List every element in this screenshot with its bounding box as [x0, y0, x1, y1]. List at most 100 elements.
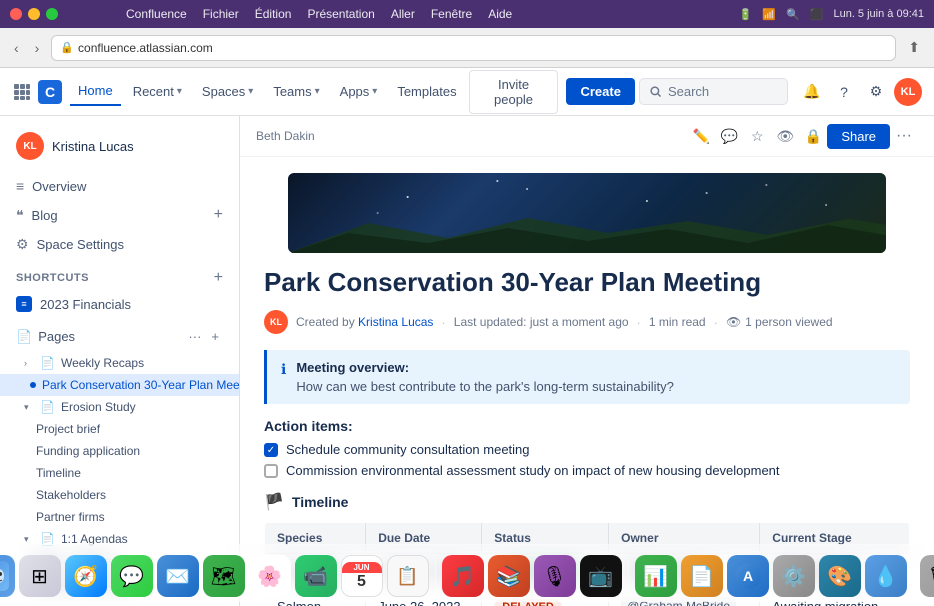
books-icon[interactable]: 📚 [488, 555, 530, 597]
sidebar-item-blog[interactable]: ❝ Blog + [0, 200, 239, 230]
search-bar[interactable]: Search [639, 78, 788, 105]
menu-aller[interactable]: Aller [391, 7, 415, 21]
action-item-1: Commission environmental assessment stud… [264, 463, 910, 478]
financials-icon: ≡ [16, 296, 32, 312]
tree-partner-firms[interactable]: Partner firms [0, 506, 239, 528]
nav-recent[interactable]: Recent ▾ [125, 78, 190, 105]
maps-icon[interactable]: 🗺 [203, 555, 245, 597]
menu-fichier[interactable]: Fichier [203, 7, 239, 21]
menu-presentation[interactable]: Présentation [307, 7, 374, 21]
sidebar-avatar: KL [16, 132, 44, 160]
comment-icon[interactable]: 💬 [715, 122, 743, 150]
forward-button[interactable]: › [31, 36, 44, 60]
views-icon: 👁 [726, 315, 741, 329]
checkbox-unchecked-icon[interactable] [264, 464, 278, 478]
podcasts-icon[interactable]: 🎙 [534, 555, 576, 597]
apps-chevron-icon: ▾ [372, 86, 377, 97]
restrict-icon[interactable]: 🔒 [799, 122, 827, 150]
nav-templates[interactable]: Templates [389, 78, 464, 105]
meta-created-by: Created by Kristina Lucas [296, 315, 433, 329]
sidebar-item-overview[interactable]: ≡ Overview [0, 172, 239, 200]
blog-add-icon[interactable]: + [214, 206, 223, 224]
launchpad-icon[interactable]: ⊞ [19, 555, 61, 597]
action-items-title: Action items: [264, 418, 910, 434]
share-button[interactable]: Share [827, 124, 890, 149]
title-bar-right: 🔋 📶 🔍 ⬛ Lun. 5 juin à 09:41 [739, 8, 924, 21]
facetime-icon[interactable]: 📹 [295, 555, 337, 597]
erosion-page-icon: 📄 [40, 400, 55, 414]
create-button[interactable]: Create [566, 78, 634, 105]
shortcuts-add-button[interactable]: + [214, 269, 223, 287]
confluence-logo[interactable]: C [12, 80, 62, 104]
nav-apps[interactable]: Apps ▾ [332, 78, 386, 105]
nav-spaces[interactable]: Spaces ▾ [194, 78, 261, 105]
tree-project-brief[interactable]: Project brief [0, 418, 239, 440]
invite-people-button[interactable]: Invite people [469, 70, 559, 114]
nav-home[interactable]: Home [70, 77, 121, 106]
sequoia-icon[interactable]: 💧 [865, 555, 907, 597]
menu-aide[interactable]: Aide [488, 7, 512, 21]
meta-views: 👁 1 person viewed [726, 315, 833, 329]
tree-park-conservation[interactable]: Park Conservation 30-Year Plan Meeting [0, 374, 239, 396]
edit-icon[interactable]: ✏️ [687, 122, 715, 150]
title-bar: Confluence Fichier Édition Présentation … [0, 0, 934, 28]
pages-more-button[interactable]: ··· [184, 327, 205, 346]
checkbox-checked-icon[interactable]: ✓ [264, 443, 278, 457]
safari-icon[interactable]: 🧭 [65, 555, 107, 597]
meta-author-link[interactable]: Kristina Lucas [358, 315, 433, 329]
numbers-icon[interactable]: 📊 [635, 555, 677, 597]
spaces-chevron-icon: ▾ [248, 86, 253, 97]
user-avatar[interactable]: KL [894, 78, 922, 106]
hero-image [288, 173, 886, 253]
tree-stakeholders[interactable]: Stakeholders [0, 484, 239, 506]
tree-weekly-recaps[interactable]: › 📄 Weekly Recaps [0, 352, 239, 374]
help-icon[interactable]: ? [830, 78, 858, 106]
address-bar[interactable]: 🔒 confluence.atlassian.com [51, 35, 896, 61]
minimize-button[interactable] [28, 8, 40, 20]
more-actions-button[interactable]: ··· [890, 123, 918, 149]
dock-separator [435, 561, 436, 597]
system-preferences-icon[interactable]: ⚙️ [773, 555, 815, 597]
watch-icon[interactable]: 👁 [771, 122, 799, 150]
pages-icon[interactable]: 📄 [681, 555, 723, 597]
finder-icon[interactable] [0, 555, 15, 597]
photos-icon[interactable]: 🌸 [249, 555, 291, 597]
menu-fenetre[interactable]: Fenêtre [431, 7, 472, 21]
battery-icon: 🔋 [739, 8, 753, 21]
meeting-overview-panel: ℹ Meeting overview: How can we best cont… [264, 350, 910, 404]
mail-icon[interactable]: ✉️ [157, 555, 199, 597]
fullscreen-button[interactable] [46, 8, 58, 20]
meta-author-avatar: KL [264, 310, 288, 334]
search-icon[interactable]: 🔍 [786, 8, 800, 21]
back-button[interactable]: ‹ [10, 36, 23, 60]
page-title: Park Conservation 30-Year Plan Meeting [264, 267, 910, 298]
notifications-icon[interactable]: 🔔 [798, 78, 826, 106]
breadcrumb: Beth Dakin [256, 129, 315, 143]
sidebar-item-financials[interactable]: ≡ 2023 Financials [0, 291, 239, 317]
pages-add-button[interactable]: + [207, 327, 223, 346]
reminders-icon[interactable]: 📋 [387, 555, 429, 597]
share-browser-button[interactable]: ⬆ [904, 35, 924, 60]
window-controls[interactable] [10, 8, 58, 20]
sidebar-item-settings[interactable]: ⚙ Space Settings [0, 230, 239, 259]
star-icon[interactable]: ☆ [743, 122, 771, 150]
appletv-icon[interactable]: 📺 [580, 555, 622, 597]
menu-app[interactable]: Confluence [126, 7, 187, 21]
close-button[interactable] [10, 8, 22, 20]
dock-separator-3 [913, 561, 914, 597]
settings-icon[interactable]: ⚙ [862, 78, 890, 106]
trash-icon[interactable]: 🗑 [920, 555, 934, 597]
calendar-icon[interactable]: JUN 5 [341, 555, 383, 597]
meta-last-updated: Last updated: just a moment ago [454, 315, 629, 329]
appstore-icon[interactable]: A [727, 555, 769, 597]
messages-icon[interactable]: 💬 [111, 555, 153, 597]
page-toolbar: Beth Dakin ✏️ 💬 ☆ 👁 🔒 Share ··· [240, 116, 934, 157]
sidebar-user[interactable]: KL Kristina Lucas [0, 124, 239, 172]
artstudio-icon[interactable]: 🎨 [819, 555, 861, 597]
music-icon[interactable]: 🎵 [442, 555, 484, 597]
menu-edition[interactable]: Édition [255, 7, 292, 21]
tree-erosion-study[interactable]: ▾ 📄 Erosion Study [0, 396, 239, 418]
tree-funding[interactable]: Funding application [0, 440, 239, 462]
nav-teams[interactable]: Teams ▾ [265, 78, 327, 105]
tree-timeline[interactable]: Timeline [0, 462, 239, 484]
